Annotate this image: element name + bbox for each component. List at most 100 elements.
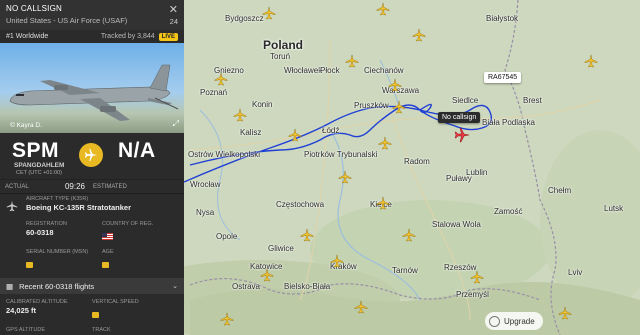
- aircraft-icon[interactable]: [402, 228, 416, 242]
- calendar-icon: ▦: [6, 281, 14, 291]
- rank-bar: #1 Worldwide Tracked by 3,844 LIVE: [0, 30, 184, 43]
- close-icon[interactable]: ✕: [169, 3, 178, 16]
- estimated-label: ESTIMATED: [93, 183, 127, 190]
- city-label: Ciechanów: [364, 66, 404, 75]
- calibrated-altitude-label: CALIBRATED ALTITUDE: [6, 299, 68, 305]
- aircraft-icon[interactable]: [354, 300, 368, 314]
- lock-icon[interactable]: [92, 312, 99, 318]
- destination-code: N/A: [118, 139, 156, 162]
- flight-tracker-app: Poland Bydgoszcz Białystok Toruń Gniezno…: [0, 0, 640, 335]
- aircraft-photo[interactable]: © Kayra D. ⤢: [0, 43, 184, 133]
- upgrade-icon: [489, 315, 500, 327]
- gps-row: GPS ALTITUDE TRACK: [0, 325, 184, 335]
- live-badge: LIVE: [158, 32, 178, 41]
- us-flag-icon: [102, 233, 113, 240]
- altitude-row: CALIBRATED ALTITUDE 24,025 ft VERTICAL S…: [0, 297, 184, 325]
- city-label: Ostrów Wielkopolski: [188, 150, 261, 159]
- recent-flights-button[interactable]: ▦ Recent 60-0318 flights ⌄: [0, 278, 184, 294]
- city-label: Lutsk: [604, 204, 624, 213]
- aircraft-icon[interactable]: [214, 72, 228, 86]
- age-label: AGE: [102, 249, 114, 255]
- operator-count: 24: [169, 17, 178, 26]
- city-label: Lviv: [568, 268, 583, 277]
- route-section: SPM SPANGDAHLEM CET (UTC +01:00) N/A: [0, 133, 184, 179]
- registration-value[interactable]: 60-0318: [26, 228, 102, 237]
- aircraft-icon[interactable]: [392, 100, 406, 114]
- rank-label: #1 Worldwide: [6, 33, 49, 40]
- city-label: Białystok: [486, 14, 519, 23]
- upgrade-label: Upgrade: [504, 316, 535, 326]
- city-label: Tarnów: [392, 266, 418, 275]
- actual-time: 09:26: [64, 182, 85, 191]
- city-label: Konin: [252, 100, 273, 109]
- aircraft-icon[interactable]: [260, 268, 274, 282]
- aircraft-icon[interactable]: [378, 136, 392, 150]
- city-label: Bydgoszcz: [225, 14, 264, 23]
- city-label: Ostrava: [232, 282, 261, 291]
- aircraft-photo-image: [9, 64, 179, 121]
- city-label: Przemyśl: [456, 290, 489, 299]
- origin-code[interactable]: SPM: [12, 139, 59, 163]
- aircraft-icon[interactable]: [376, 2, 390, 16]
- origin-name: SPANGDAHLEM: [14, 162, 65, 169]
- aircraft-icon[interactable]: [584, 54, 598, 68]
- aircraft-icon[interactable]: [345, 54, 359, 68]
- aircraft-section: AIRCRAFT TYPE (K35R) Boeing KC-135R Stra…: [0, 193, 184, 275]
- serial-number-label: SERIAL NUMBER (MSN): [26, 249, 89, 255]
- calibrated-altitude-value: 24,025 ft: [6, 306, 37, 315]
- callsign: NO CALLSIGN: [6, 4, 62, 13]
- photo-credit: © Kayra D.: [10, 122, 42, 129]
- lock-icon[interactable]: [26, 262, 33, 268]
- aircraft-icon[interactable]: [558, 306, 572, 320]
- vertical-speed-label: VERTICAL SPEED: [92, 299, 139, 305]
- city-label: Zamość: [494, 207, 523, 216]
- upgrade-button[interactable]: Upgrade: [485, 312, 543, 330]
- operator: United States - US Air Force (USAF): [6, 16, 128, 25]
- aircraft-type-label: AIRCRAFT TYPE: [26, 196, 70, 202]
- city-label: Chełm: [548, 186, 572, 195]
- airplane-route-icon: [79, 143, 103, 167]
- city-label: Włocławek: [284, 66, 323, 75]
- chevron-down-icon: ⌄: [172, 283, 178, 290]
- aircraft-icon[interactable]: [233, 108, 247, 122]
- city-label: Toruń: [270, 52, 291, 61]
- city-label: Kalisz: [240, 128, 262, 137]
- city-label: Łódź: [322, 126, 340, 135]
- aircraft-type-icon: [6, 196, 26, 217]
- expand-photo-icon[interactable]: ⤢: [173, 119, 179, 129]
- aircraft-icon[interactable]: [388, 78, 402, 92]
- aircraft-type-code: (K35R): [70, 196, 89, 202]
- city-label: Gliwice: [268, 244, 294, 253]
- lock-icon[interactable]: [102, 262, 109, 268]
- aircraft-icon[interactable]: [220, 312, 234, 326]
- selected-aircraft-icon[interactable]: [454, 127, 470, 143]
- city-label: Częstochowa: [276, 200, 325, 209]
- aircraft-type-value[interactable]: Boeing KC-135R Stratotanker: [26, 203, 131, 212]
- tracked-count: Tracked by 3,844: [100, 33, 155, 40]
- actual-label: ACTUAL: [5, 183, 29, 190]
- city-label: Siedlce: [452, 96, 479, 105]
- origin-timezone: CET (UTC +01:00): [16, 170, 62, 176]
- aircraft-icon[interactable]: [262, 6, 276, 20]
- aircraft-icon[interactable]: [376, 196, 390, 210]
- city-label: Stalowa Wola: [432, 220, 481, 229]
- city-label: Biała Podlaska: [482, 118, 535, 127]
- city-label: Radom: [404, 157, 430, 166]
- recent-flights-label: Recent 60-0318 flights: [19, 281, 95, 291]
- city-label: Poznań: [200, 88, 228, 97]
- aircraft-icon[interactable]: [338, 170, 352, 184]
- city-label: Bielsko-Biała: [284, 282, 331, 291]
- aircraft-tag-ra67545[interactable]: RA67545: [484, 72, 522, 83]
- aircraft-icon[interactable]: [330, 254, 344, 268]
- city-label: Płock: [320, 66, 340, 75]
- city-label: Wrocław: [190, 180, 221, 189]
- city-label: Opole: [216, 232, 238, 241]
- aircraft-icon[interactable]: [412, 28, 426, 42]
- aircraft-icon[interactable]: [288, 128, 302, 142]
- country-label-poland: Poland: [263, 38, 304, 52]
- aircraft-icon[interactable]: [300, 228, 314, 242]
- aircraft-icon[interactable]: [470, 270, 484, 284]
- gps-altitude-label: GPS ALTITUDE: [6, 327, 46, 333]
- aircraft-tag-no-callsign[interactable]: No callsign: [438, 112, 481, 123]
- city-label: Lublin: [466, 168, 488, 177]
